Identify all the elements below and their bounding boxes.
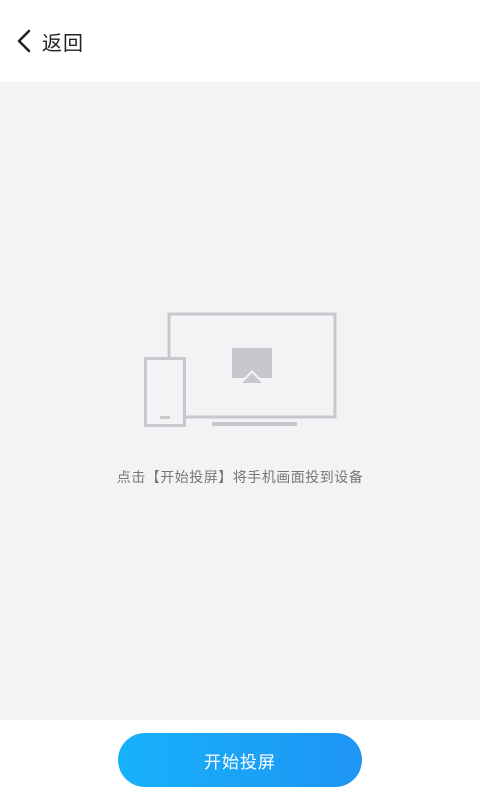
bottom-bar: 开始投屏 — [0, 720, 480, 800]
back-label: 返回 — [42, 30, 84, 55]
phone-icon — [144, 357, 186, 427]
phone-home-bar-icon — [160, 416, 170, 419]
cast-placeholder-area: 点击【开始投屏】将手机画面投到设备 — [0, 82, 480, 720]
start-cast-button[interactable]: 开始投屏 — [118, 733, 362, 787]
tv-stand-icon — [212, 422, 297, 426]
back-button[interactable]: 返回 — [14, 19, 84, 63]
chevron-left-icon — [17, 29, 31, 53]
phone-to-tv-cast-illustration — [144, 312, 337, 427]
cast-hint-text: 点击【开始投屏】将手机画面投到设备 — [116, 470, 364, 486]
top-bar: 返回 — [0, 0, 480, 82]
